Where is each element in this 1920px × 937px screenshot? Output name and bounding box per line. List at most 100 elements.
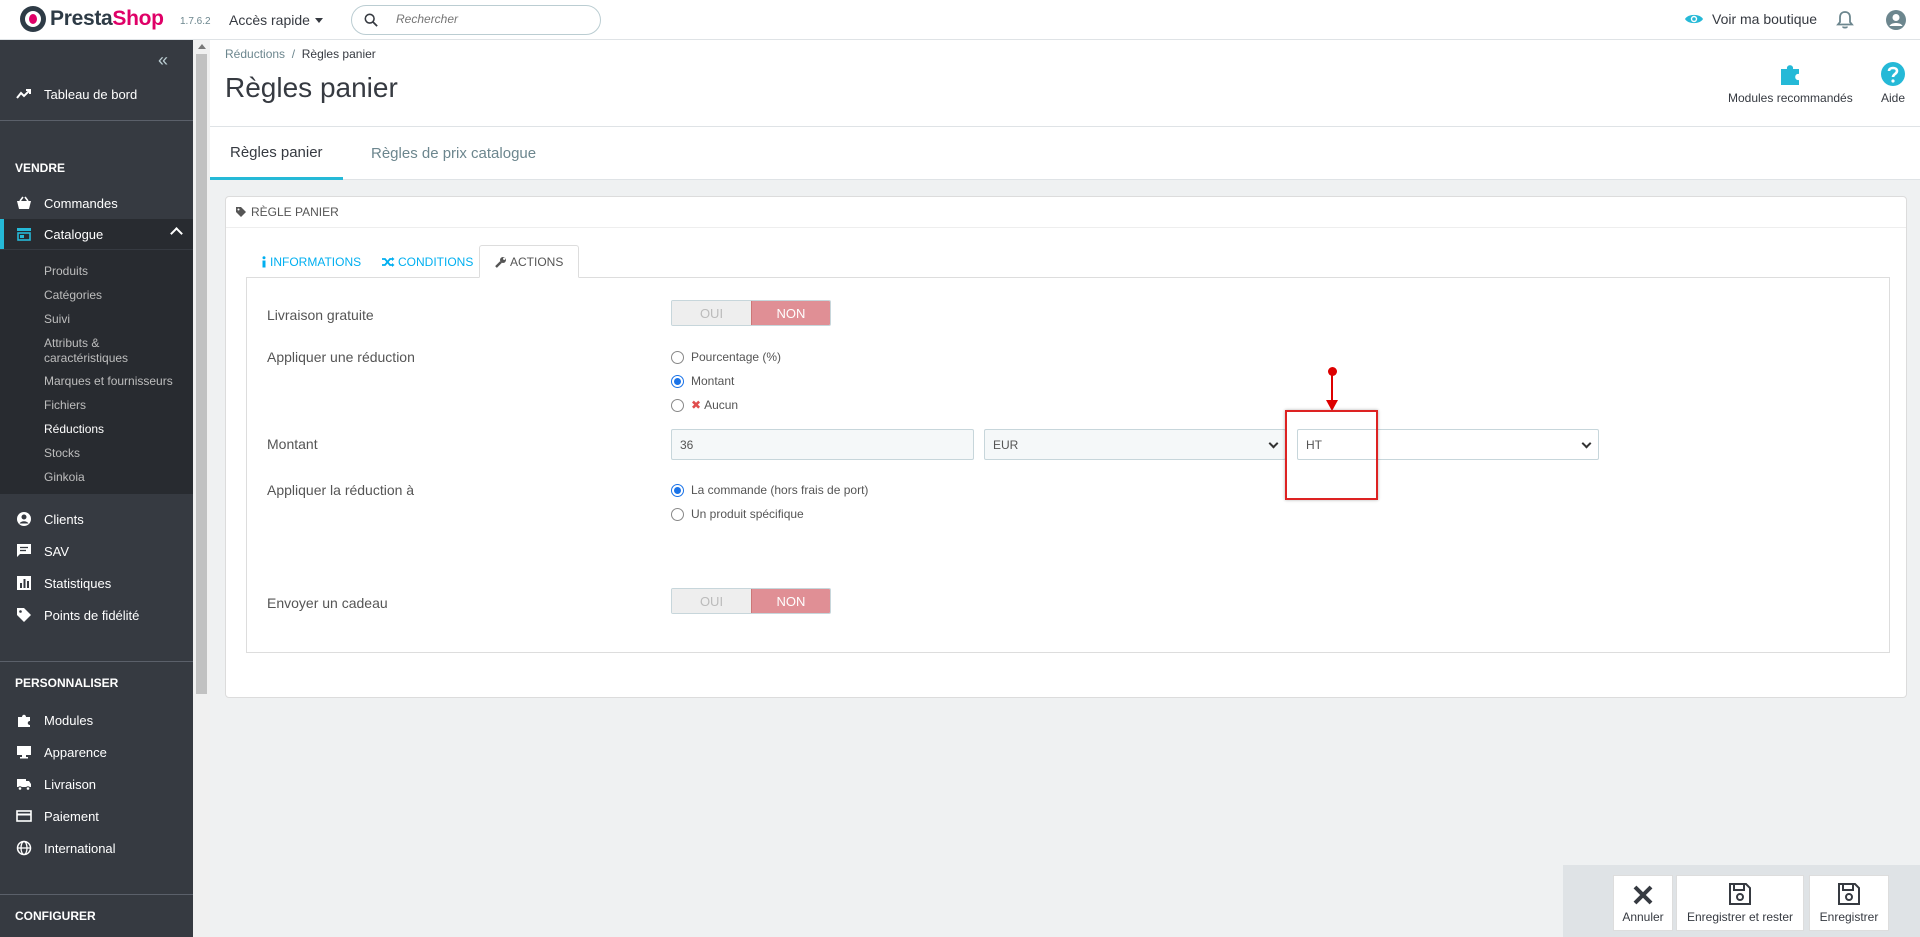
breadcrumb: Réductions / Règles panier [225, 47, 376, 61]
search-input[interactable] [396, 12, 586, 26]
radio-percentage[interactable]: Pourcentage (%) [671, 350, 781, 364]
tag-icon [236, 207, 246, 217]
recommended-modules-button[interactable]: Modules recommandés [1728, 60, 1853, 105]
radio-button[interactable] [671, 350, 684, 364]
apply-discount-label: Appliquer une réduction [267, 349, 415, 365]
eye-icon [1685, 14, 1703, 24]
cart-rule-panel: RÈGLE PANIER INFORMATIONS CONDITIONS ACT… [225, 196, 1907, 698]
save-button[interactable]: Enregistrer [1809, 875, 1889, 931]
amount-label: Montant [267, 436, 318, 452]
submenu-item-files[interactable]: Fichiers [44, 398, 86, 412]
account-circle-icon [16, 511, 32, 527]
radio-button-checked[interactable] [671, 483, 684, 497]
quick-access-dropdown[interactable]: Accès rapide [229, 12, 323, 28]
sidebar-item-catalogue[interactable]: Catalogue [0, 219, 193, 249]
sidebar-item-payment[interactable]: Paiement [0, 801, 193, 831]
tab-cart-rules[interactable]: Règles panier [210, 127, 343, 180]
chevron-down-icon [1581, 438, 1592, 449]
shuffle-icon [382, 256, 395, 267]
switch-option-no[interactable]: NON [751, 589, 830, 613]
sidebar-item-shipping[interactable]: Livraison [0, 769, 193, 799]
tab-conditions[interactable]: CONDITIONS [366, 245, 488, 278]
send-gift-switch[interactable]: OUI NON [671, 588, 831, 614]
submenu-item-attributes-line2[interactable]: caractéristiques [44, 351, 128, 365]
view-shop-link[interactable]: Voir ma boutique [1684, 11, 1817, 27]
scroll-up-arrow-icon[interactable] [198, 44, 206, 49]
submenu-item-products[interactable]: Produits [44, 264, 88, 278]
radio-amount[interactable]: Montant [671, 374, 734, 388]
sidebar-scrollbar[interactable] [193, 40, 210, 937]
annotation-highlight-box [1285, 410, 1378, 500]
info-icon [262, 255, 266, 267]
help-circle-icon [1881, 62, 1905, 86]
breadcrumb-current: Règles panier [301, 47, 376, 61]
brand-name: PrestaShop [50, 7, 164, 30]
sidebar-item-international[interactable]: International [0, 833, 193, 863]
save-floppy-icon [1729, 883, 1751, 905]
amount-input[interactable]: 36 [671, 429, 974, 460]
globe-icon [16, 840, 32, 856]
cancel-button[interactable]: Annuler [1613, 875, 1673, 931]
sidebar-item-loyalty-points[interactable]: Points de fidélité [0, 600, 193, 630]
radio-none[interactable]: ✖ Aucun [671, 398, 738, 412]
page-tabs: Règles panier Règles de prix catalogue [210, 126, 1920, 180]
send-gift-label: Envoyer un cadeau [267, 595, 388, 611]
switch-option-yes[interactable]: OUI [672, 301, 751, 325]
trending-up-icon [16, 89, 31, 99]
radio-button[interactable] [671, 507, 684, 521]
caret-down-icon [314, 17, 323, 23]
shopping-basket-icon [16, 195, 32, 211]
version-label: 1.7.6.2 [180, 16, 211, 27]
sidebar-item-statistics[interactable]: Statistiques [0, 568, 193, 598]
sidebar-item-customer-service[interactable]: SAV [0, 536, 193, 566]
submenu-item-brands[interactable]: Marques et fournisseurs [44, 374, 173, 388]
radio-button-checked[interactable] [671, 374, 684, 388]
truck-icon [16, 776, 32, 792]
submenu-item-ginkoia[interactable]: Ginkoia [44, 470, 85, 484]
submenu-item-attributes[interactable]: Attributs & [44, 336, 99, 350]
close-icon: ✖ [691, 398, 702, 412]
scrollbar-thumb[interactable] [196, 54, 207, 694]
sidebar-item-orders[interactable]: Commandes [0, 188, 193, 218]
panel-heading: RÈGLE PANIER [226, 197, 1906, 228]
sidebar-item-dashboard[interactable]: Tableau de bord [0, 78, 193, 110]
credit-card-icon [16, 808, 32, 824]
sidebar-item-customers[interactable]: Clients [0, 504, 193, 534]
tab-actions[interactable]: ACTIONS [479, 245, 580, 278]
notifications-bell-icon[interactable] [1836, 10, 1854, 30]
top-header: PrestaShop 1.7.6.2 Accès rapide Voir ma … [0, 0, 1920, 40]
submenu-item-stocks[interactable]: Stocks [44, 446, 80, 460]
collapse-sidebar-icon[interactable]: « [158, 50, 168, 71]
sidebar-item-modules[interactable]: Modules [0, 705, 193, 735]
footer-toolbar: Annuler Enregistrer et rester Enregistre… [1563, 865, 1920, 937]
submenu-item-monitoring[interactable]: Suivi [44, 312, 70, 326]
search-box[interactable] [351, 5, 601, 35]
prestashop-logo[interactable]: PrestaShop [20, 6, 164, 32]
tab-catalog-price-rules[interactable]: Règles de prix catalogue [361, 127, 546, 180]
puzzle-piece-icon [1781, 65, 1800, 85]
switch-option-no[interactable]: NON [751, 301, 830, 325]
user-account-icon[interactable] [1885, 9, 1907, 31]
search-icon [364, 13, 378, 27]
page-title: Règles panier [225, 72, 398, 103]
catalogue-submenu: Produits Catégories Suivi Attributs & ca… [0, 250, 193, 494]
help-button[interactable]: Aide [1879, 60, 1907, 105]
sidebar-divider [0, 661, 193, 662]
tab-informations[interactable]: INFORMATIONS [246, 245, 376, 278]
currency-select[interactable]: EUR [984, 429, 1286, 460]
breadcrumb-parent[interactable]: Réductions [225, 47, 285, 61]
sidebar-divider [0, 120, 193, 121]
chevron-down-icon [1268, 438, 1279, 449]
submenu-item-discounts[interactable]: Réductions [44, 422, 104, 436]
apply-to-label: Appliquer la réduction à [267, 482, 415, 498]
free-shipping-switch[interactable]: OUI NON [671, 300, 831, 326]
puffin-logo-icon [20, 6, 46, 32]
radio-apply-product[interactable]: Un produit spécifique [671, 507, 804, 521]
sidebar-item-appearance[interactable]: Apparence [0, 737, 193, 767]
save-and-stay-button[interactable]: Enregistrer et rester [1676, 875, 1804, 931]
radio-apply-order[interactable]: La commande (hors frais de port) [671, 483, 868, 497]
radio-button[interactable] [671, 398, 684, 412]
submenu-item-categories[interactable]: Catégories [44, 288, 102, 302]
save-floppy-icon [1838, 883, 1860, 905]
switch-option-yes[interactable]: OUI [672, 589, 751, 613]
